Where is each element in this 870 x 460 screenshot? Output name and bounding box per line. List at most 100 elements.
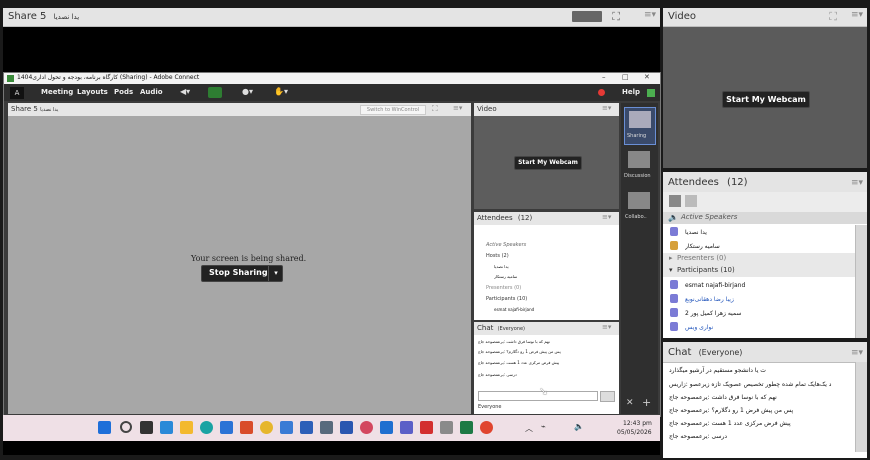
- outer-attendees-header: Attendees (12) ≡▾: [663, 172, 867, 193]
- participant-row[interactable]: esmat najafi-birjand: [494, 307, 534, 312]
- user-icon: [670, 227, 678, 236]
- close-icon[interactable]: ✕: [626, 398, 634, 408]
- raise-hand-icon[interactable]: ✋▾: [274, 87, 288, 96]
- presenters-header[interactable]: Presenters (0): [486, 285, 521, 291]
- search-icon[interactable]: [120, 421, 132, 433]
- clock-date[interactable]: 05/05/2026: [617, 429, 652, 436]
- layout-discussion[interactable]: Discussion: [624, 148, 654, 184]
- tray-chevron-icon[interactable]: ︿: [525, 423, 533, 434]
- user-icon: [670, 294, 678, 303]
- person-view-icon[interactable]: [685, 195, 697, 207]
- host-row[interactable]: یدا نصدیا: [494, 264, 509, 269]
- mouse-cursor-icon: ➘: [539, 385, 549, 398]
- clock-time[interactable]: 12:43 pm: [623, 420, 652, 427]
- fullscreen-icon[interactable]: ⛶: [829, 10, 837, 24]
- chrome-icon[interactable]: [260, 421, 273, 434]
- pod-menu-icon[interactable]: ≡▾: [602, 213, 611, 221]
- outer-chat-title: Chat (Everyone): [668, 347, 743, 358]
- fullscreen-icon[interactable]: ⛶: [432, 104, 438, 114]
- start-webcam-button[interactable]: Start My Webcam: [722, 91, 810, 108]
- mic-icon[interactable]: [208, 87, 222, 98]
- maximize-button[interactable]: □: [622, 73, 629, 81]
- store-icon[interactable]: [220, 421, 233, 434]
- participant-row[interactable]: زیبا رضا دهقانی‌نوبع: [663, 292, 855, 306]
- pod-menu-icon[interactable]: ≡▾: [644, 10, 656, 20]
- active-speakers-row: Active Speakers 🔈: [663, 212, 867, 224]
- host-row[interactable]: سامیه رستکار: [494, 274, 517, 279]
- word-icon[interactable]: [340, 421, 353, 434]
- switch-wincontrol-button[interactable]: Switch to WinControl: [360, 105, 426, 115]
- signal-icon: [647, 89, 655, 97]
- webcam-icon[interactable]: ●▾: [242, 87, 253, 96]
- start-icon[interactable]: [98, 421, 111, 434]
- pod-menu-icon[interactable]: ≡▾: [453, 104, 462, 112]
- chat-message: پس من پیش فرض 1 رو دگلارم؟ :یرعمصوحه جاج: [669, 407, 794, 414]
- outer-attendees-pod: Attendees (12) ≡▾ Active Speakers 🔈 یدا …: [663, 172, 867, 338]
- send-icon[interactable]: [600, 391, 615, 402]
- file-explorer-icon[interactable]: [180, 421, 193, 434]
- network-icon[interactable]: ⌁: [541, 422, 546, 431]
- menu-pods[interactable]: Pods: [114, 88, 133, 96]
- close-button[interactable]: ✕: [644, 73, 650, 81]
- outer-video-header: Video ⛶ ≡▾: [663, 8, 867, 27]
- paint-icon[interactable]: [280, 421, 293, 434]
- menu-meeting[interactable]: Meeting: [41, 88, 73, 96]
- menu-layouts[interactable]: Layouts: [77, 88, 108, 96]
- pod-menu-icon[interactable]: ≡▾: [851, 348, 863, 358]
- presenters-header[interactable]: ▸ Presenters (0): [663, 253, 855, 265]
- attendee-row[interactable]: سامیه رستکار: [663, 239, 855, 253]
- outlook-icon[interactable]: [380, 421, 393, 434]
- pod-menu-icon[interactable]: ≡▾: [851, 10, 863, 20]
- connect-icon[interactable]: [360, 421, 373, 434]
- app-icon: [7, 75, 14, 82]
- help-menu[interactable]: Help: [622, 88, 640, 96]
- pod-menu-icon[interactable]: ≡▾: [602, 323, 611, 331]
- inner-share-header: Share 5 یدا نصدیا Switch to WinControl ⛶…: [8, 103, 471, 116]
- chat-tab-everyone[interactable]: Everyone: [478, 404, 502, 410]
- fullscreen-icon[interactable]: ⛶: [612, 10, 620, 24]
- attendee-row[interactable]: یدا نصدیا: [663, 225, 855, 239]
- inner-video-header: Video ≡▾: [474, 103, 619, 116]
- chat-message: پس من پیش فرض 1 رو دگلارم؟ :یرعمصوحه جاج: [478, 349, 561, 354]
- chat-message: د یک‌هایک تمام شده چطور تخصیص عصویک تازه…: [669, 381, 832, 388]
- app-icon[interactable]: [440, 421, 453, 434]
- calendar-icon[interactable]: [300, 421, 313, 434]
- sharing-message: Your screen is being shared.: [191, 254, 307, 263]
- widgets-icon[interactable]: [160, 421, 173, 434]
- inner-menu-bar: A Meeting Layouts Pods Audio ◀▾ ●▾ ✋▾ He…: [4, 84, 660, 101]
- layout-toggle-icon[interactable]: [572, 11, 602, 22]
- participant-row[interactable]: esmat najafi-birjand: [663, 278, 855, 292]
- participant-row[interactable]: نواری ویس: [663, 320, 855, 334]
- participants-header[interactable]: Participants (10): [486, 296, 527, 302]
- chevron-down-icon[interactable]: ▾: [268, 266, 283, 281]
- volume-icon[interactable]: 🔈: [574, 422, 584, 431]
- layout-collaboration[interactable]: Collabo..: [624, 189, 654, 225]
- attendees-scrollbar[interactable]: [855, 225, 867, 338]
- menu-audio[interactable]: Audio: [140, 88, 163, 96]
- excel-icon[interactable]: [460, 421, 473, 434]
- pdf-icon[interactable]: [420, 421, 433, 434]
- participants-header[interactable]: ▾ Participants (10): [663, 265, 855, 277]
- layouts-bar: Sharing Discussion Collabo.. ✕ +: [621, 103, 658, 414]
- chat-input[interactable]: [478, 391, 598, 401]
- pod-menu-icon[interactable]: ≡▾: [602, 104, 611, 112]
- speaker-icon[interactable]: ◀▾: [180, 87, 190, 96]
- hosts-header[interactable]: Hosts (2): [486, 253, 509, 259]
- pod-menu-icon[interactable]: ≡▾: [851, 178, 863, 188]
- teams-icon[interactable]: [400, 421, 413, 434]
- add-icon[interactable]: +: [642, 396, 651, 409]
- browser-icon[interactable]: [480, 421, 493, 434]
- list-view-icon[interactable]: [669, 195, 681, 207]
- edge-icon[interactable]: [200, 421, 213, 434]
- office-icon[interactable]: [240, 421, 253, 434]
- settings-icon[interactable]: [320, 421, 333, 434]
- participant-row[interactable]: سمیه زهرا کمیل پور 2: [663, 306, 855, 320]
- layout-sharing[interactable]: Sharing: [624, 107, 656, 145]
- task-view-icon[interactable]: [140, 421, 153, 434]
- chat-message: پیش فرض مرکزی عدد 1 هست :یرعمصوحه جاج: [669, 420, 791, 427]
- stop-sharing-button[interactable]: Stop Sharing ▾: [201, 265, 283, 282]
- inner-window: کارگاه برنامه، بودجه و تحول اداری1404 (S…: [3, 72, 661, 417]
- minimize-button[interactable]: –: [602, 73, 606, 81]
- start-webcam-button[interactable]: Start My Webcam: [514, 156, 582, 170]
- chat-scrollbar[interactable]: [855, 362, 867, 452]
